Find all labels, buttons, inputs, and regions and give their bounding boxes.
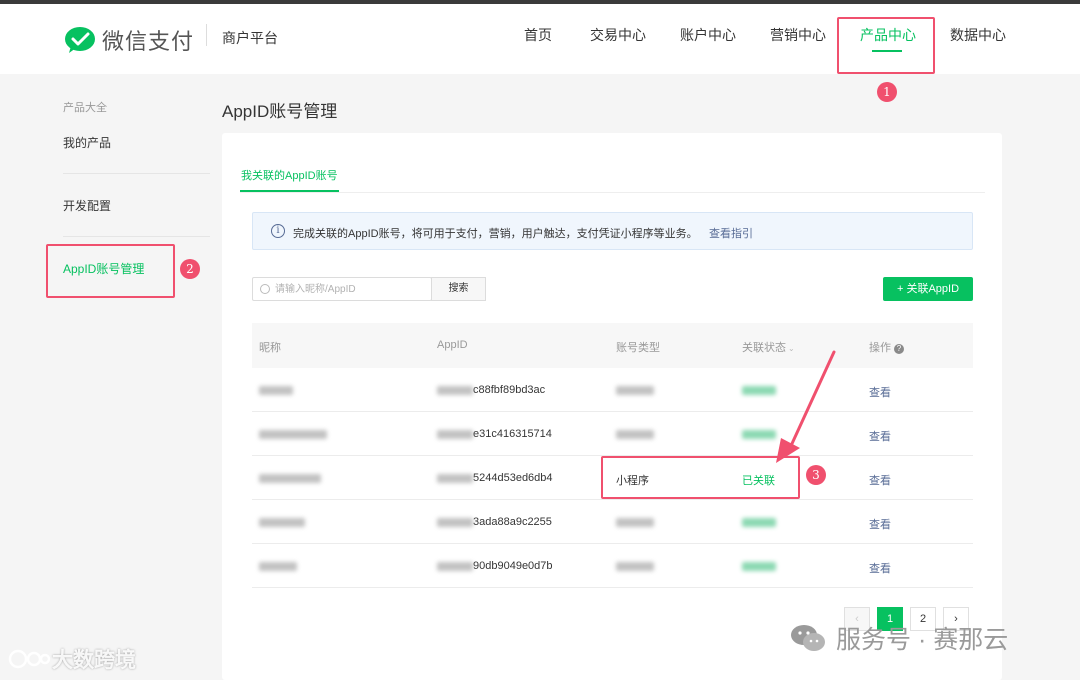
nav-data-center[interactable]: 数据中心 [950,25,1006,45]
nav-home[interactable]: 首页 [524,25,552,45]
status-cell [742,516,776,528]
redacted-nickname [259,517,305,527]
watermark-left: 大数跨境 [8,644,136,674]
search-icon [260,284,270,294]
info-notice: i 完成关联的AppID账号，将可用于支付，营销，用户触达，支付凭证小程序等业务… [252,212,973,250]
view-link[interactable]: 查看 [869,516,891,532]
redacted-status [742,385,776,395]
redacted-type [616,429,654,439]
redacted-type [616,561,654,571]
view-link[interactable]: 查看 [869,384,891,400]
search-input[interactable] [275,280,425,298]
add-appid-button[interactable]: + 关联AppID [883,277,973,301]
appid-suffix: e31c416315714 [473,428,552,440]
sidebar-divider [63,236,210,237]
tab-bar-line [240,192,985,193]
nickname-cell [259,384,293,396]
col-appid: AppID [437,339,468,351]
info-icon: i [271,224,285,238]
sidebar-group-label: 产品大全 [63,102,107,114]
table-row: c88fbf89bd3ac 查看 [252,368,973,412]
redacted-type [616,517,654,527]
table-row: e31c416315714 查看 [252,412,973,456]
appid-cell: 90db9049e0d7b [437,560,553,572]
search-button[interactable]: 搜索 [431,277,486,301]
step-badge-1: 1 [877,82,897,102]
appid-cell: c88fbf89bd3ac [437,384,545,396]
help-icon[interactable]: ? [894,344,904,354]
nickname-cell [259,560,297,572]
status-cell [742,428,776,440]
nav-account-center[interactable]: 账户中心 [680,25,736,45]
table-header: 昵称 AppID 账号类型 关联状态 ⌄ 操作? [252,323,973,368]
col-action-label: 操作 [869,342,891,354]
nickname-cell [259,472,321,484]
tab-linked-appid[interactable]: 我关联的AppID账号 [241,167,338,183]
nav-marketing-center[interactable]: 营销中心 [770,25,826,45]
col-action: 操作? [869,339,904,355]
redacted-nickname [259,385,293,395]
appid-cell: e31c416315714 [437,428,552,440]
wechat-icon [791,625,825,651]
notice-text: 完成关联的AppID账号，将可用于支付，营销，用户触达，支付凭证小程序等业务。 [293,228,698,240]
appid-suffix: 5244d53ed6db4 [473,472,553,484]
redacted-type [616,385,654,395]
type-cell [616,560,654,572]
redacted-nickname [259,429,327,439]
status-cell [742,560,776,572]
redacted-appid-prefix [437,473,473,483]
redacted-status [742,561,776,571]
appid-cell: 3ada88a9c2255 [437,516,552,528]
page-title: AppID账号管理 [222,102,338,121]
nickname-cell [259,516,305,528]
sidebar [0,74,220,680]
table-row: 90db9049e0d7b 查看 [252,544,973,588]
redacted-appid-prefix [437,429,473,439]
status-cell [742,384,776,396]
redacted-appid-prefix [437,561,473,571]
appid-suffix: 90db9049e0d7b [473,560,553,572]
redacted-appid-prefix [437,385,473,395]
watermark-left-text: 大数跨境 [52,649,136,672]
col-link-status[interactable]: 关联状态 ⌄ [742,339,795,355]
highlight-box-appid-management [46,244,175,298]
redacted-status [742,429,776,439]
col-link-status-label: 关联状态 [742,342,786,354]
view-link[interactable]: 查看 [869,472,891,488]
type-cell [616,428,654,440]
watermark-right: 服务号 · 赛那云 [790,620,1008,656]
appid-suffix: c88fbf89bd3ac [473,384,546,396]
view-link[interactable]: 查看 [869,560,891,576]
col-account-type: 账号类型 [616,342,660,354]
appid-suffix: 3ada88a9c2255 [473,516,552,528]
sidebar-item-dev-config[interactable]: 开发配置 [63,197,111,214]
tab-active-underline [240,190,339,192]
view-link[interactable]: 查看 [869,428,891,444]
search-box [252,277,432,301]
step-badge-3: 3 [806,465,826,485]
watermark-logo-icon [8,649,51,669]
nav-trade-center[interactable]: 交易中心 [590,25,646,45]
redacted-appid-prefix [437,517,473,527]
redacted-status [742,517,776,527]
chevron-down-icon: ⌄ [788,344,795,353]
sidebar-divider [63,173,210,174]
table-row: 3ada88a9c2255 查看 [252,500,973,544]
type-cell [616,516,654,528]
highlight-box-linked-row [601,456,800,499]
watermark-right-text: 服务号 · 赛那云 [836,626,1009,654]
redacted-nickname [259,473,321,483]
appid-cell: 5244d53ed6db4 [437,472,553,484]
col-nickname: 昵称 [259,342,281,354]
step-badge-2: 2 [180,259,200,279]
redacted-nickname [259,561,297,571]
nickname-cell [259,428,327,440]
sidebar-item-my-products[interactable]: 我的产品 [63,134,111,151]
view-guide-link[interactable]: 查看指引 [709,225,753,241]
highlight-box-product-center [837,17,935,74]
type-cell [616,384,654,396]
